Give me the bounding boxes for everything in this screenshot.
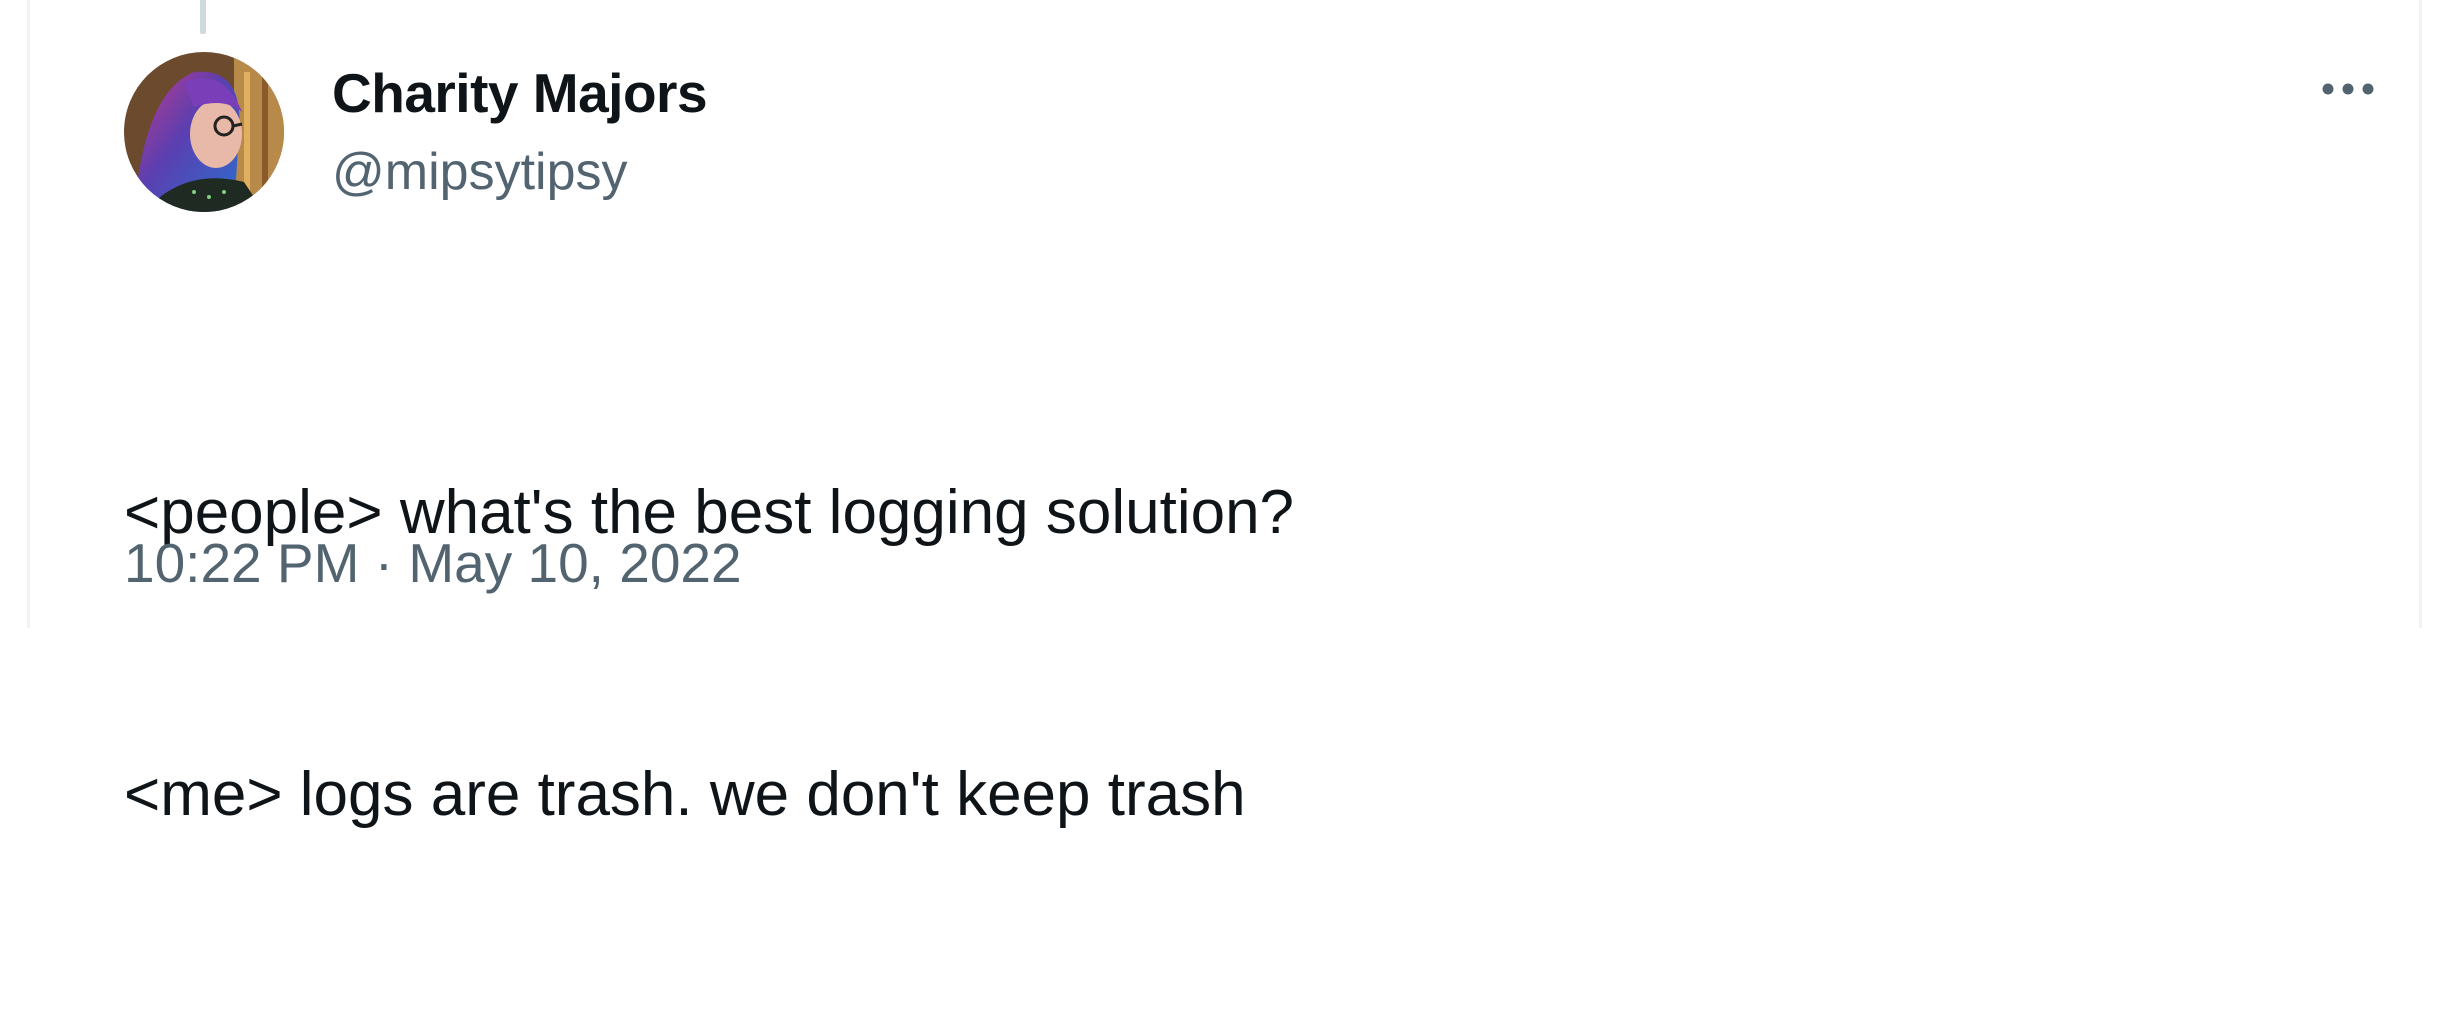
tweet-time: 10:22 PM — [124, 532, 360, 594]
tweet-text: <people> what's the best logging solutio… — [124, 278, 2324, 1030]
profile-avatar-image — [124, 52, 284, 212]
tweet-card: Charity Majors @mipsytipsy <people> what… — [27, 0, 2422, 829]
tweet-text-line: <me> logs are trash. we don't keep trash — [124, 760, 1246, 829]
author-avatar[interactable] — [124, 52, 284, 212]
more-horizontal-icon — [2322, 83, 2374, 95]
thread-connector-line — [200, 0, 206, 34]
tweet-time-link[interactable]: 10:22 PM · May 10, 2022 — [124, 532, 742, 594]
meta-separator: · — [374, 532, 394, 594]
tweet-timestamp: 10:22 PM · May 10, 2022 — [124, 530, 742, 596]
tweet-date: May 10, 2022 — [408, 532, 742, 594]
author-handle[interactable]: @mipsytipsy — [332, 140, 628, 204]
author-display-name[interactable]: Charity Majors — [332, 60, 708, 126]
more-options-button[interactable] — [2310, 64, 2390, 114]
